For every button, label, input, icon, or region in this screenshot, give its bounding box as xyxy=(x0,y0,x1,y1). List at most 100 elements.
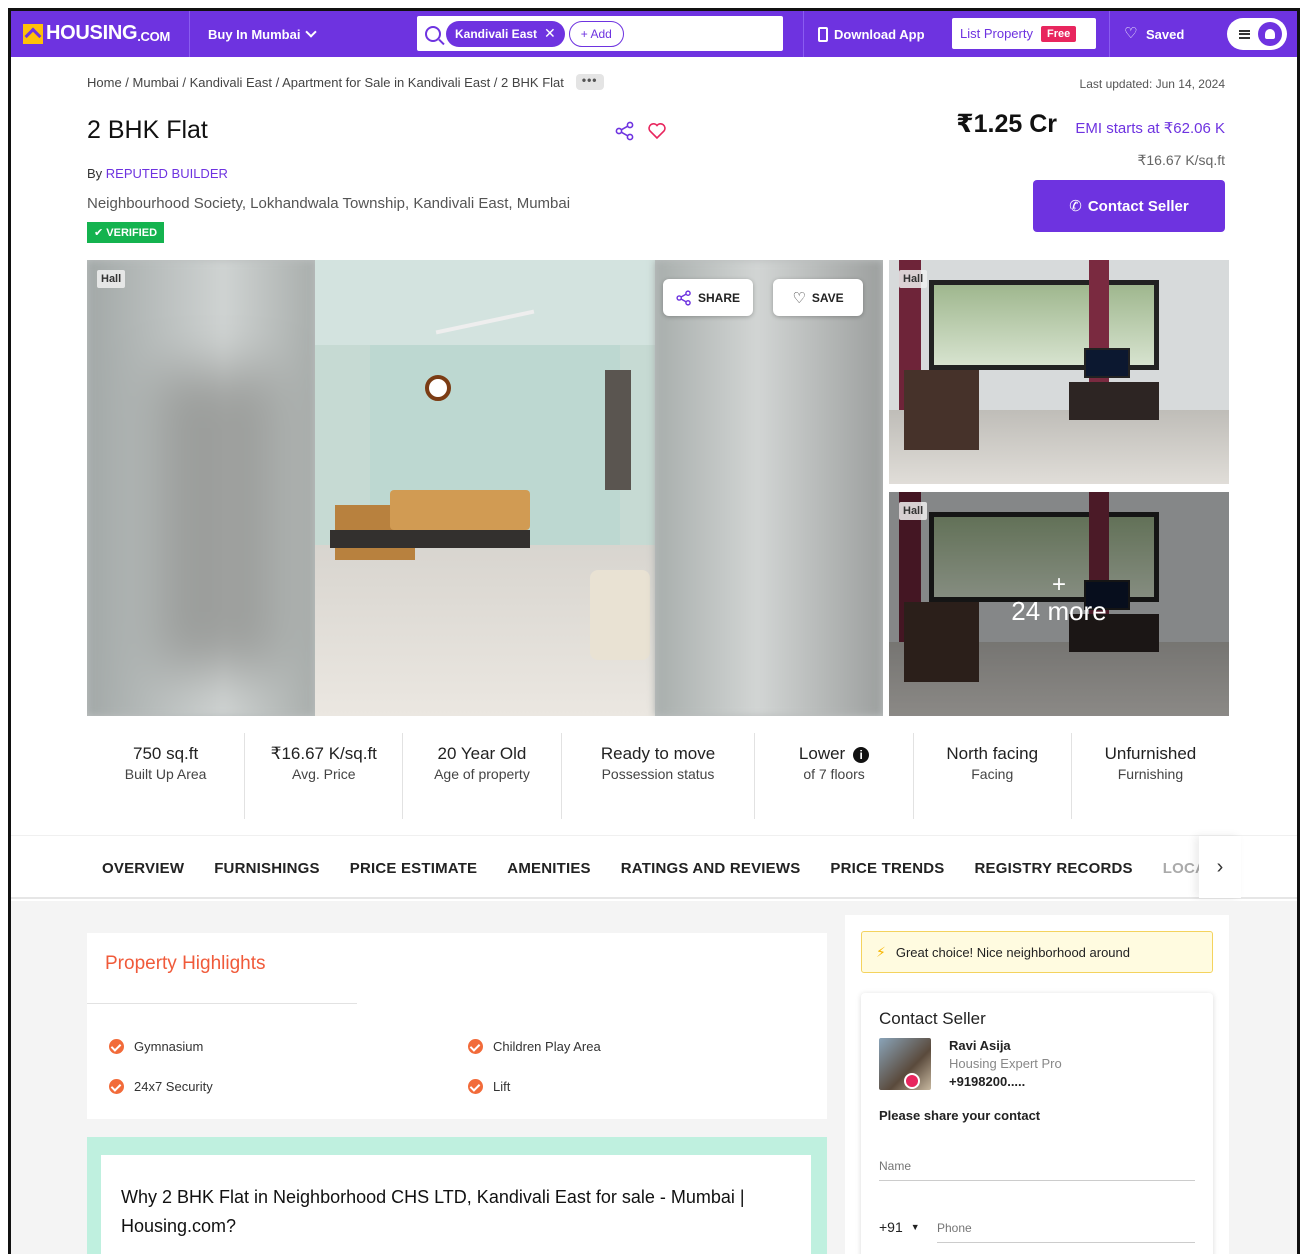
title-actions xyxy=(615,121,667,141)
stat-age: 20 Year Old Age of property xyxy=(403,733,562,819)
banner-text: Great choice! Nice neighborhood around xyxy=(895,944,1130,960)
photo-tag: Hall xyxy=(899,270,928,288)
breadcrumb-trail[interactable]: Home / Mumbai / Kandivali East / Apartme… xyxy=(87,75,564,90)
stat-label: of 7 floors xyxy=(803,766,865,782)
download-app-label: Download App xyxy=(834,26,925,42)
highlight-label: 24x7 Security xyxy=(134,1079,213,1094)
heart-icon[interactable] xyxy=(647,121,667,141)
share-icon xyxy=(676,289,691,306)
search-icon xyxy=(425,25,441,42)
verified-label: VERIFIED xyxy=(106,227,158,239)
breadcrumb: Home / Mumbai / Kandivali East / Apartme… xyxy=(87,74,604,90)
stat-possession: Ready to move Possession status xyxy=(562,733,756,819)
stat-value: 20 Year Old xyxy=(437,744,527,763)
check-icon xyxy=(468,1039,483,1054)
blurred-edge-left xyxy=(87,260,315,716)
free-badge: Free xyxy=(1040,25,1077,42)
tab-registry-records[interactable]: REGISTRY RECORDS xyxy=(975,860,1133,877)
hall-photo xyxy=(315,260,655,716)
caret-down-icon: ▼ xyxy=(910,1222,920,1232)
side-photo-1[interactable]: Hall xyxy=(889,260,1229,484)
phone-field[interactable] xyxy=(937,1213,1195,1243)
stat-value-wrap: Lower i xyxy=(755,743,912,765)
share-icon[interactable] xyxy=(615,121,635,141)
tab-price-trends[interactable]: PRICE TRENDS xyxy=(830,860,944,877)
stat-label: Possession status xyxy=(601,766,715,782)
photo-share-button[interactable]: SHARE xyxy=(663,279,753,316)
builder-info: By REPUTED BUILDER xyxy=(87,166,228,181)
locality-chip[interactable]: Kandivali East ✕ xyxy=(446,20,565,47)
tab-ratings-and-reviews[interactable]: RATINGS AND REVIEWS xyxy=(621,860,801,877)
builder-link[interactable]: REPUTED BUILDER xyxy=(106,166,228,181)
housing-logo[interactable]: HOUSING .COM xyxy=(23,22,170,45)
stat-floor: Lower i of 7 floors xyxy=(755,733,914,819)
logo-text: HOUSING xyxy=(46,22,138,44)
main-photo[interactable]: Hall SHARE ♡ SAVE xyxy=(87,260,883,716)
close-icon[interactable]: ✕ xyxy=(544,25,556,42)
photo-save-button[interactable]: ♡ SAVE xyxy=(773,279,863,316)
tab-overview[interactable]: OVERVIEW xyxy=(102,860,184,877)
tabs-scroll-right-button[interactable]: › xyxy=(1199,836,1241,898)
highlight-label: Children Play Area xyxy=(493,1039,601,1054)
divider xyxy=(87,1003,357,1004)
stat-label: Furnishing xyxy=(1117,766,1184,782)
saved-label: Saved xyxy=(1146,26,1185,42)
list-property-button[interactable]: List Property Free xyxy=(952,18,1096,49)
why-heading: Why 2 BHK Flat in Neighborhood CHS LTD, … xyxy=(101,1155,811,1254)
breadcrumb-more-button[interactable]: ••• xyxy=(575,74,604,90)
tab-amenities[interactable]: AMENITIES xyxy=(507,860,590,877)
country-code-select[interactable]: +91 ▼ xyxy=(879,1219,920,1235)
highlight-item: Lift xyxy=(468,1079,510,1094)
side-photo-2[interactable]: Hall + 24 more xyxy=(889,492,1229,716)
more-photos-link[interactable]: + 24 more xyxy=(889,571,1229,627)
locality-chip-label: Kandivali East xyxy=(455,26,538,41)
home-logo-icon xyxy=(23,23,43,44)
highlight-item: 24x7 Security xyxy=(109,1079,213,1094)
why-section: Why 2 BHK Flat in Neighborhood CHS LTD, … xyxy=(87,1137,827,1254)
stat-built-up-area: 750 sq.ft Built Up Area xyxy=(87,733,246,819)
city-menu[interactable]: Buy In Mumbai xyxy=(189,11,318,57)
highlights-title: Property Highlights xyxy=(105,953,266,974)
emi-link[interactable]: EMI starts at ₹62.06 K xyxy=(1075,119,1225,137)
property-stats: 750 sq.ft Built Up Area ₹16.67 K/sq.ft A… xyxy=(87,733,1229,819)
tab-price-estimate[interactable]: PRICE ESTIMATE xyxy=(350,860,478,877)
download-app-link[interactable]: Download App xyxy=(803,11,925,57)
highlight-label: Lift xyxy=(493,1079,511,1094)
account-menu-button[interactable] xyxy=(1227,18,1287,50)
user-icon xyxy=(1265,29,1275,39)
avatar xyxy=(1258,22,1282,46)
highlight-label: Gymnasium xyxy=(134,1039,204,1054)
stat-label: Built Up Area xyxy=(124,766,207,782)
list-property-label: List Property xyxy=(960,26,1033,41)
highlight-item: Gymnasium xyxy=(109,1039,203,1054)
section-tabs: OVERVIEW FURNISHINGS PRICE ESTIMATE AMEN… xyxy=(11,835,1297,899)
info-icon[interactable]: i xyxy=(853,747,870,763)
hamburger-icon xyxy=(1239,29,1250,39)
photo-tag: Hall xyxy=(899,502,928,520)
name-field[interactable] xyxy=(879,1151,1195,1181)
search-bar[interactable]: Kandivali East ✕ + Add xyxy=(417,16,783,51)
stat-facing: North facing Facing xyxy=(914,733,1072,819)
plus-icon: + xyxy=(1051,571,1066,598)
stat-value: Lower xyxy=(798,744,846,763)
city-menu-label: Buy In Mumbai xyxy=(208,26,301,42)
add-locality-button[interactable]: + Add xyxy=(568,20,624,47)
stat-furnishing: Unfurnished Furnishing xyxy=(1072,733,1229,819)
stat-value: 750 sq.ft xyxy=(132,744,199,763)
sofa xyxy=(390,490,530,530)
stat-value: Ready to move xyxy=(600,744,716,763)
top-navbar: HOUSING .COM Buy In Mumbai Kandivali Eas… xyxy=(11,11,1297,57)
mobile-phone-icon xyxy=(818,26,828,42)
listing-price: ₹1.25 Cr xyxy=(956,110,1057,138)
contact-seller-label: Contact Seller xyxy=(1087,197,1189,215)
chevron-down-icon xyxy=(305,26,318,38)
wall-clock xyxy=(425,375,451,401)
page-title: 2 BHK Flat xyxy=(87,116,208,144)
highlight-item: Children Play Area xyxy=(468,1039,601,1054)
by-label: By xyxy=(87,166,103,181)
saved-link[interactable]: ♡ Saved xyxy=(1109,11,1184,57)
contact-seller-button[interactable]: ✆ Contact Seller xyxy=(1033,180,1225,232)
phone-icon: ✆ xyxy=(1069,198,1082,215)
check-icon xyxy=(468,1079,483,1094)
tab-furnishings[interactable]: FURNISHINGS xyxy=(214,860,320,877)
